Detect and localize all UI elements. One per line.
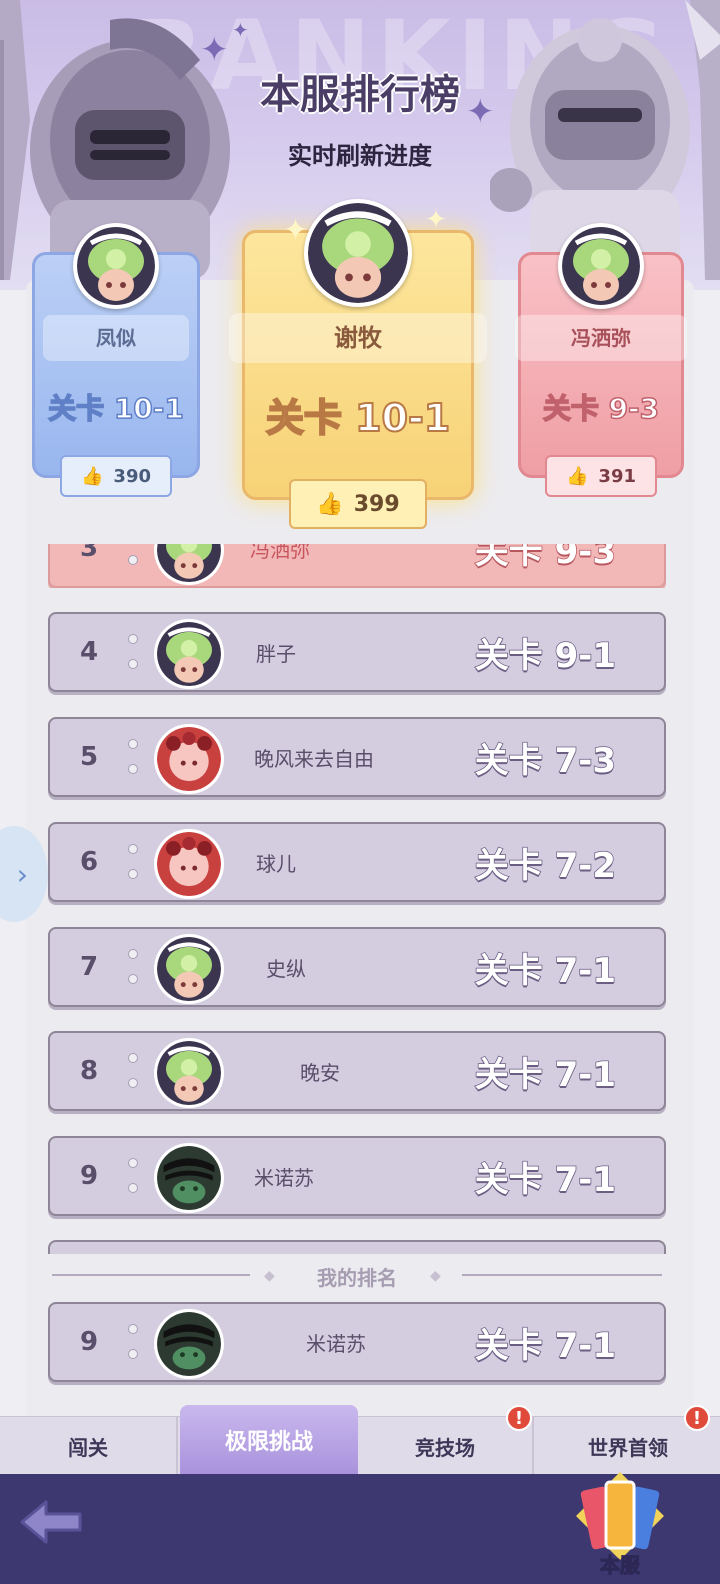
player-level: 关卡 7-1 (474, 1054, 617, 1096)
ranking-row[interactable]: 9 米诺苏 关卡 7-1 (48, 1136, 666, 1216)
rank-number: 6 (79, 847, 99, 877)
player-avatar-dark-green (157, 1146, 221, 1210)
rank-number: 9 (79, 1327, 99, 1357)
ticket-holes (128, 1033, 140, 1109)
rank-number: 5 (79, 742, 99, 772)
rank-number: 9 (79, 1161, 99, 1191)
podium-name: 凤似 (43, 315, 189, 361)
avatar[interactable] (154, 1038, 224, 1108)
player-avatar-green-hair (562, 227, 640, 305)
divider-line (462, 1274, 662, 1276)
player-level: 关卡 7-1 (474, 1159, 617, 1201)
player-name: 胖子 (256, 641, 296, 666)
player-level: 关卡 9-1 (474, 635, 617, 677)
sparkle-icon: ✦ (232, 18, 249, 42)
like-button[interactable]: 👍 399 (289, 479, 427, 529)
category-tabs: 闯关 极限挑战 竞技场 世界首领 ! ! (0, 1405, 720, 1475)
ranking-row[interactable]: 5 晚风来去自由 关卡 7-3 (48, 717, 666, 797)
ranking-row[interactable]: 8 晚安 关卡 7-1 (48, 1031, 666, 1111)
podium-second[interactable]: 凤似 关卡 10-1 👍 390 (32, 223, 200, 497)
tab-label: 世界首领 (588, 1435, 668, 1460)
player-avatar-red-rose (157, 727, 221, 791)
alert-badge-icon: ! (684, 1405, 710, 1431)
player-avatar-green-hair (308, 203, 408, 303)
avatar[interactable] (154, 619, 224, 689)
like-count: 390 (113, 465, 151, 487)
player-avatar-green-hair (157, 937, 221, 1001)
ticket-holes (128, 614, 140, 690)
like-count: 399 (353, 491, 400, 517)
my-rank-divider: ◆ 我的排名 ◆ (52, 1262, 662, 1290)
tab-chuangguan[interactable]: 闯关 (0, 1417, 178, 1475)
tab-label: 闯关 (68, 1435, 108, 1460)
ticket-holes (128, 1304, 140, 1380)
avatar[interactable] (558, 223, 644, 309)
rank-number: 7 (79, 952, 99, 982)
player-level: 关卡 7-2 (474, 845, 617, 887)
avatar[interactable] (154, 1309, 224, 1379)
chevron-right-icon: › (16, 857, 28, 891)
player-name: 史纵 (266, 956, 306, 981)
podium-name: 谢牧 (229, 313, 487, 363)
podium-level: 关卡 9-3 (542, 391, 660, 426)
ranking-row[interactable]: 6 球儿 关卡 7-2 (48, 822, 666, 902)
ticket-holes (128, 1138, 140, 1214)
diamond-icon: ◆ (430, 1268, 441, 1284)
player-avatar-green-hair (157, 1041, 221, 1105)
thumbs-up-icon: 👍 (316, 491, 344, 517)
like-button[interactable]: 👍 390 (60, 455, 172, 497)
podium-level: 关卡 10-1 (265, 395, 451, 441)
player-avatar-green-hair (77, 227, 155, 305)
ticket-holes (128, 719, 140, 795)
ticket-holes (128, 824, 140, 900)
tab-label: 竞技场 (415, 1435, 475, 1460)
avatar[interactable] (73, 223, 159, 309)
podium-first[interactable]: ✦ ✦ 谢牧 关卡 10-1 👍 399 (229, 199, 487, 529)
ranking-row[interactable]: 4 胖子 关卡 9-1 (48, 612, 666, 692)
my-rank-label: 我的排名 (317, 1266, 397, 1290)
player-name: 晚风来去自由 (254, 746, 374, 771)
like-button[interactable]: 👍 391 (545, 455, 657, 497)
bottom-navigation-bar: 本服 (0, 1472, 720, 1584)
rank-number: 4 (79, 637, 99, 667)
player-name: 米诺苏 (254, 1165, 314, 1190)
server-button-label: 本服 (600, 1553, 641, 1578)
player-avatar-red-rose (157, 832, 221, 896)
player-level: 关卡 7-1 (474, 1325, 617, 1367)
player-level: 关卡 7-3 (474, 740, 617, 782)
ticket-holes (128, 929, 140, 1005)
server-switch-button[interactable]: 本服 (572, 1472, 668, 1584)
my-rank-row[interactable]: 9 米诺苏 关卡 7-1 (48, 1302, 666, 1382)
podium-name: 冯洒弥 (515, 315, 687, 361)
player-avatar-green-hair (157, 622, 221, 686)
avatar[interactable] (154, 1143, 224, 1213)
podium-third[interactable]: 冯洒弥 关卡 9-3 👍 391 (515, 223, 687, 497)
player-avatar-dark-green (157, 1312, 221, 1376)
avatar[interactable] (154, 934, 224, 1004)
player-name: 球儿 (256, 851, 296, 876)
ranking-row[interactable] (48, 1240, 666, 1254)
sparkle-icon: ✦ (283, 213, 309, 248)
avatar[interactable] (154, 829, 224, 899)
tab-label: 极限挑战 (224, 1430, 313, 1455)
avatar[interactable] (304, 199, 412, 307)
player-level: 关卡 7-1 (474, 950, 617, 992)
rank-number: 8 (79, 1056, 99, 1086)
ranking-row[interactable]: 7 史纵 关卡 7-1 (48, 927, 666, 1007)
podium-level: 关卡 10-1 (47, 391, 184, 426)
tab-jixian-tiaozhan[interactable]: 极限挑战 (180, 1405, 358, 1475)
back-arrow-icon[interactable] (16, 1496, 86, 1548)
player-name: 晚安 (300, 1060, 340, 1085)
sparkle-icon: ✦ (425, 205, 447, 235)
player-name: 米诺苏 (306, 1331, 366, 1356)
avatar[interactable] (154, 724, 224, 794)
thumbs-up-icon: 👍 (566, 465, 589, 487)
thumbs-up-icon: 👍 (81, 465, 104, 487)
page-title: 本服排行榜 (260, 72, 460, 118)
alert-badge-icon: ! (506, 1405, 532, 1431)
like-count: 391 (598, 465, 636, 487)
page-subtitle: 实时刷新进度 (288, 142, 432, 170)
